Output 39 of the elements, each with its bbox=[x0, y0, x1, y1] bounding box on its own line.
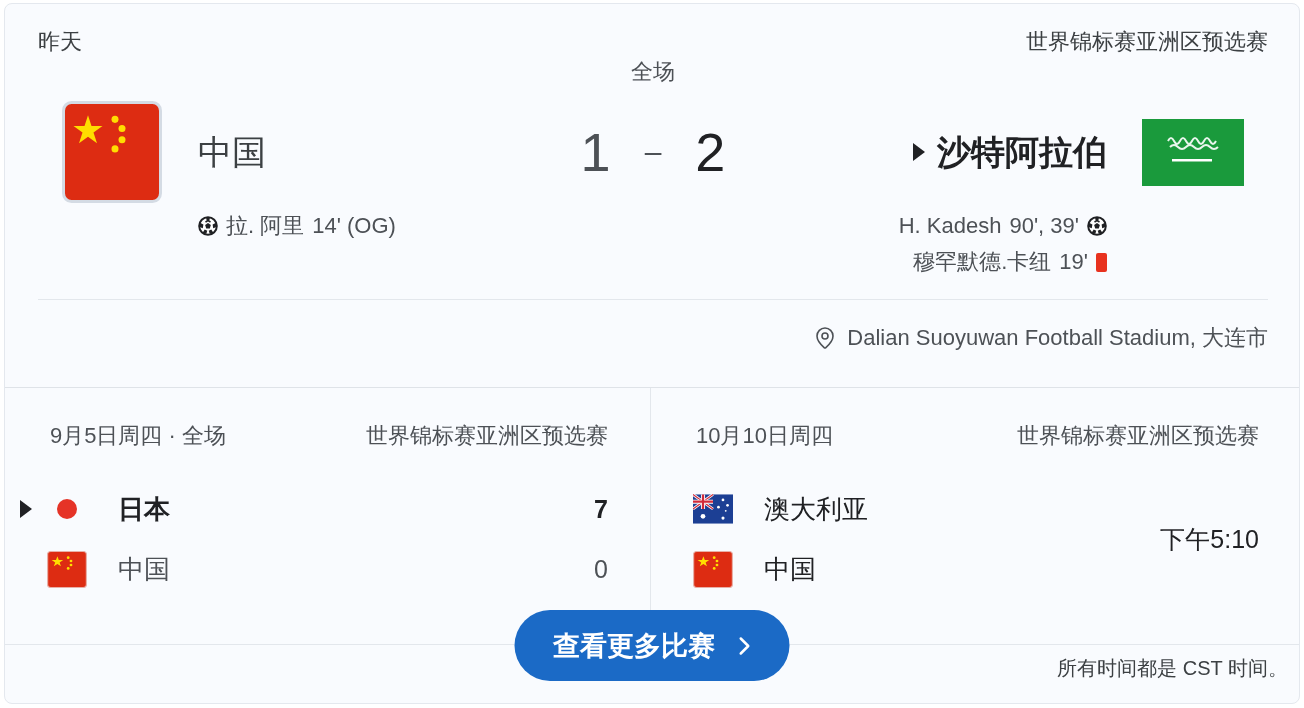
soccer-ball-icon bbox=[198, 216, 218, 236]
competition-name: 世界锦标赛亚洲区预选赛 bbox=[1017, 422, 1259, 450]
flag-icon bbox=[693, 493, 733, 525]
team-name: 澳大利亚 bbox=[764, 493, 868, 526]
team-score: 0 bbox=[594, 554, 608, 585]
flag-icon bbox=[62, 101, 162, 203]
match-status: 全场 bbox=[631, 58, 675, 86]
venue-text: Dalian Suoyuwan Football Stadium, 大连市 bbox=[847, 324, 1268, 352]
home-score: 1 bbox=[580, 122, 611, 182]
flag-icon bbox=[47, 550, 87, 588]
flag-icon bbox=[57, 499, 77, 519]
competition-name: 世界锦标赛亚洲区预选赛 bbox=[366, 422, 608, 450]
timezone-note: 所有时间都是 CST 时间。 bbox=[1057, 656, 1288, 681]
match-date: 10月10日周四 bbox=[696, 422, 833, 450]
team-name: 中国 bbox=[764, 553, 816, 586]
competition-name: 世界锦标赛亚洲区预选赛 bbox=[1026, 28, 1268, 56]
soccer-ball-icon bbox=[1087, 216, 1107, 236]
match-date: 9月5日周四 · 全场 bbox=[50, 422, 227, 450]
team-name: 沙特阿拉伯 bbox=[937, 132, 1107, 173]
event-minute: 14' (OG) bbox=[312, 212, 396, 240]
team-name: 日本 bbox=[118, 493, 170, 526]
team-name: 中国 bbox=[198, 132, 266, 173]
team-score: 7 bbox=[594, 494, 608, 525]
away-score: 2 bbox=[695, 122, 726, 182]
flag-icon bbox=[1142, 118, 1244, 186]
more-matches-button[interactable]: 查看更多比赛 bbox=[514, 610, 790, 681]
team-name: 中国 bbox=[118, 553, 170, 586]
player-name: 拉. 阿里 bbox=[226, 212, 305, 240]
score-separator: – bbox=[644, 134, 662, 170]
triangle-marker-icon bbox=[20, 500, 32, 518]
event-minute: 19' bbox=[1059, 248, 1088, 276]
triangle-marker-icon bbox=[913, 143, 925, 161]
event-minute: 90', 39' bbox=[1009, 212, 1079, 240]
flag-icon bbox=[693, 550, 733, 588]
player-name: H. Kadesh bbox=[898, 212, 1002, 240]
card-icon bbox=[1096, 252, 1107, 272]
match-date: 昨天 bbox=[38, 28, 82, 56]
kickoff-time: 下午5:10 bbox=[1160, 524, 1259, 555]
player-name: 穆罕默德.卡纽 bbox=[913, 248, 1052, 276]
